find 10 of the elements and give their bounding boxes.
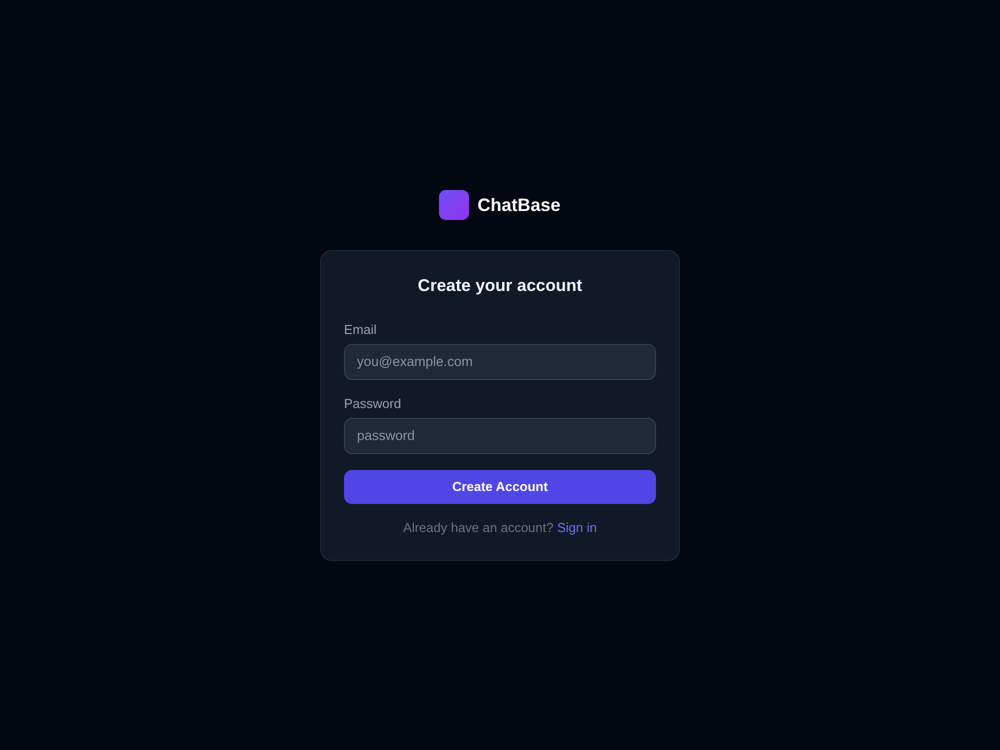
sign-in-prompt: Already have an account? Sign in [402, 518, 598, 537]
create-account-button[interactable]: Create Account [344, 470, 656, 504]
field-label: Email [344, 320, 378, 338]
card-title: Create your account [416, 274, 584, 296]
field-label: Password [344, 394, 402, 412]
brand-name: ChatBase [477, 194, 561, 216]
input-field[interactable]: password [344, 418, 656, 454]
input-field[interactable]: you@example.com [344, 344, 656, 380]
sign-in-link[interactable]: Sign in [557, 520, 597, 534]
logo-icon [439, 190, 470, 220]
